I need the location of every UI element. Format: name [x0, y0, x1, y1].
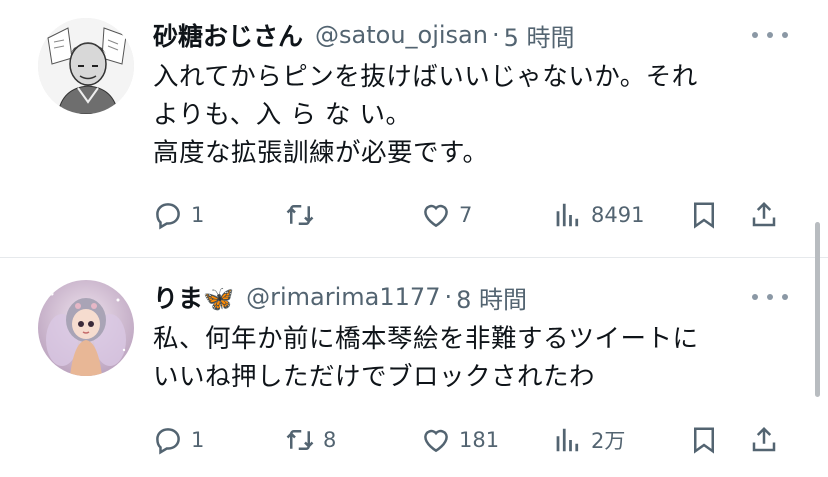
share-icon [752, 201, 776, 227]
views-button[interactable]: 2万 [553, 422, 625, 458]
action-bar: 1 7 8491 [153, 197, 793, 233]
bookmark-button[interactable] [689, 197, 719, 233]
tweet-line: 入れてからピンを抜けばいいじゃないか。それ [153, 62, 698, 92]
like-count: 7 [459, 203, 473, 227]
more-icon[interactable] [752, 23, 788, 47]
bookmark-icon [694, 202, 714, 229]
heart-icon [424, 204, 448, 228]
tweet-text: 私、何年か前に橋本琴絵を非難するツイートに いいね押しただけでブロックされたわ [153, 320, 793, 396]
tweet-header: りま🦋 @rimarima1177 · 8 時間 [153, 279, 788, 315]
timestamp[interactable]: 8 時間 [456, 280, 527, 315]
retweet-button[interactable]: 8 [285, 422, 336, 458]
dot-separator: · [491, 21, 500, 49]
timestamp[interactable]: 5 時間 [504, 18, 575, 53]
tweet-1[interactable]: 砂糖おじさん @satou_ojisan · 5 時間 入れてからピンを抜けばい… [0, 0, 828, 258]
display-name[interactable]: 砂糖おじさん [153, 17, 303, 53]
retweet-icon [286, 430, 314, 450]
views-icon [556, 203, 579, 227]
user-handle[interactable]: @satou_ojisan [315, 21, 488, 49]
tweet-line: 高度な拡張訓練が必要です。 [153, 138, 489, 168]
views-count: 2万 [591, 429, 626, 453]
reply-icon [156, 428, 180, 455]
bookmark-icon [694, 427, 714, 454]
views-icon [556, 428, 579, 452]
like-button[interactable]: 7 [421, 197, 472, 233]
like-count: 181 [459, 428, 500, 452]
action-bar: 1 8 181 2万 [153, 422, 793, 458]
display-name[interactable]: りま🦋 [153, 279, 234, 315]
dot-separator: · [444, 283, 453, 311]
retweet-button[interactable] [285, 197, 323, 233]
tweet-line: よりも、入 ら な い。 [153, 100, 412, 130]
share-icon [752, 426, 776, 452]
more-icon[interactable] [752, 285, 788, 309]
share-button[interactable] [749, 197, 779, 233]
avatar[interactable] [38, 18, 134, 114]
user-handle[interactable]: @rimarima1177 [246, 283, 440, 311]
share-button[interactable] [749, 422, 779, 458]
views-count: 8491 [591, 203, 645, 227]
reply-icon [156, 203, 180, 230]
like-button[interactable]: 181 [421, 422, 499, 458]
bookmark-button[interactable] [689, 422, 719, 458]
tweet-text: 入れてからピンを抜けばいいじゃないか。それ よりも、入 ら な い。 高度な拡張… [153, 58, 793, 172]
retweet-count: 8 [323, 428, 337, 452]
tweet-line: いいね押しただけでブロックされたわ [153, 362, 596, 392]
retweet-icon [286, 205, 314, 225]
scrollbar[interactable] [815, 222, 820, 397]
heart-icon [424, 429, 448, 453]
reply-button[interactable]: 1 [153, 422, 204, 458]
avatar[interactable] [38, 280, 134, 376]
reply-count: 1 [191, 428, 205, 452]
reply-button[interactable]: 1 [153, 197, 204, 233]
tweet-2[interactable]: りま🦋 @rimarima1177 · 8 時間 私、何年か前に橋本琴絵を非難す… [0, 258, 828, 477]
reply-count: 1 [191, 203, 205, 227]
tweet-line: 私、何年か前に橋本琴絵を非難するツイートに [153, 324, 699, 354]
tweet-header: 砂糖おじさん @satou_ojisan · 5 時間 [153, 17, 788, 53]
views-button[interactable]: 8491 [553, 197, 644, 233]
